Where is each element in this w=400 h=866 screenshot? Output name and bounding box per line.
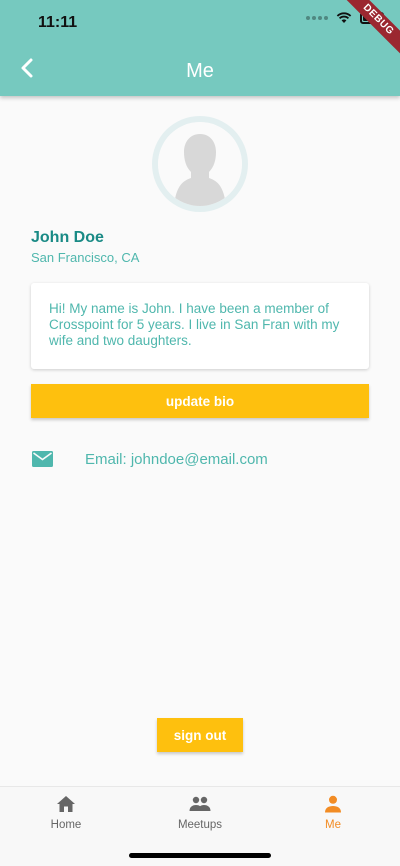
nav-item-meetups[interactable]: Meetups [150, 795, 250, 831]
people-icon [189, 796, 211, 811]
debug-banner: DEBUG [338, 0, 400, 60]
default-user-silhouette-icon [158, 122, 242, 206]
sign-out-button[interactable]: sign out [157, 718, 243, 752]
bio-card: Hi! My name is John. I have been a membe… [31, 283, 369, 369]
home-indicator [129, 853, 271, 858]
page-title: Me [186, 60, 214, 82]
nav-label-meetups: Meetups [177, 819, 223, 831]
status-time: 11:11 [38, 14, 78, 31]
app-bar: 11:11 DEBUG Me [0, 0, 400, 96]
profile-name: John Doe [31, 229, 104, 246]
avatar-image [158, 122, 242, 206]
email-text[interactable]: Email: johndoe@email.com [85, 451, 268, 468]
person-icon [325, 795, 341, 813]
wifi-icon [336, 12, 352, 23]
nav-item-home[interactable]: Home [16, 795, 116, 831]
avatar[interactable] [152, 116, 248, 212]
nav-label-home: Home [50, 819, 82, 831]
bio-text: Hi! My name is John. I have been a membe… [49, 301, 340, 348]
profile-location: San Francisco, CA [31, 250, 140, 265]
nav-label-me: Me [325, 819, 341, 831]
home-icon [57, 796, 75, 812]
mail-icon [32, 451, 53, 467]
nav-item-me[interactable]: Me [283, 795, 383, 831]
signal-dots-icon [306, 16, 328, 20]
update-bio-button[interactable]: update bio [31, 384, 369, 418]
